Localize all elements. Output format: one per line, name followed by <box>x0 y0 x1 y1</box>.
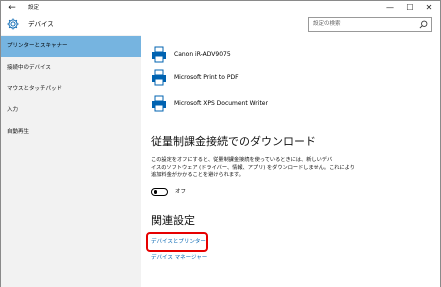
title-bar: ← 設定 — ☐ ✕ <box>1 1 440 15</box>
devices-and-printers-link[interactable]: デバイスとプリンター <box>151 237 206 247</box>
printer-icon <box>152 69 166 86</box>
back-arrow-icon[interactable]: ← <box>5 2 19 14</box>
printer-item[interactable]: Microsoft Print to PDF <box>151 68 431 88</box>
device-manager-link[interactable]: デバイス マネージャー <box>151 253 207 263</box>
search-icon[interactable] <box>419 20 428 29</box>
related-settings-heading: 関連設定 <box>151 214 195 227</box>
description-line: イスのソフトウェア (ドライバー、情報、アプリ) をダウンロードしません。これに… <box>151 164 355 171</box>
toggle-knob <box>153 190 157 194</box>
gear-icon <box>7 18 19 30</box>
maximize-button[interactable]: ☐ <box>401 1 419 15</box>
description-line: この設定をオフにすると、従量制課金接続を使っているときには、新しいデバ <box>151 157 333 163</box>
printer-icon <box>152 95 166 112</box>
printer-name: Microsoft Print to PDF <box>174 74 239 81</box>
page-title: デバイス <box>28 20 54 28</box>
sidebar: プリンターとスキャナー 接続中のデバイス マウスとタッチパッド 入力 自動再生 <box>1 35 141 287</box>
metered-download-description: この設定をオフにすると、従量制課金接続を使っているときには、新しいデバ イスのソ… <box>151 157 431 180</box>
printer-item[interactable]: Canon iR-ADV9075 <box>151 45 431 65</box>
search-box[interactable]: 設定の検索 <box>308 17 432 32</box>
sidebar-item-printers-scanners[interactable]: プリンターとスキャナー <box>1 36 141 57</box>
toggle-state-label: オフ <box>175 189 187 195</box>
minimize-button[interactable]: — <box>381 1 399 15</box>
page-header: デバイス 設定の検索 <box>1 15 440 35</box>
main-content: Canon iR-ADV9075 Microsoft Print to PDF … <box>141 35 440 287</box>
sidebar-item-connected-devices[interactable]: 接続中のデバイス <box>1 58 141 79</box>
printer-name: Microsoft XPS Document Writer <box>174 100 268 107</box>
settings-window: ← 設定 — ☐ ✕ デバイス 設定の検索 プリンターとスキャナー 接続中のデバ… <box>0 0 441 287</box>
window-title: 設定 <box>28 5 40 11</box>
printer-name: Canon iR-ADV9075 <box>174 51 231 58</box>
description-line: 追加料金がかかることを避けられます。 <box>151 172 244 178</box>
printer-item[interactable]: Microsoft XPS Document Writer <box>151 94 431 114</box>
metered-download-heading: 従量制課金接続でのダウンロード <box>151 135 316 148</box>
sidebar-item-typing[interactable]: 入力 <box>1 100 141 121</box>
sidebar-item-mouse-touchpad[interactable]: マウスとタッチパッド <box>1 79 141 100</box>
search-input[interactable]: 設定の検索 <box>313 18 341 31</box>
metered-download-toggle[interactable] <box>151 188 168 196</box>
printer-icon <box>152 46 166 63</box>
sidebar-item-autoplay[interactable]: 自動再生 <box>1 122 141 143</box>
close-button[interactable]: ✕ <box>420 1 438 15</box>
